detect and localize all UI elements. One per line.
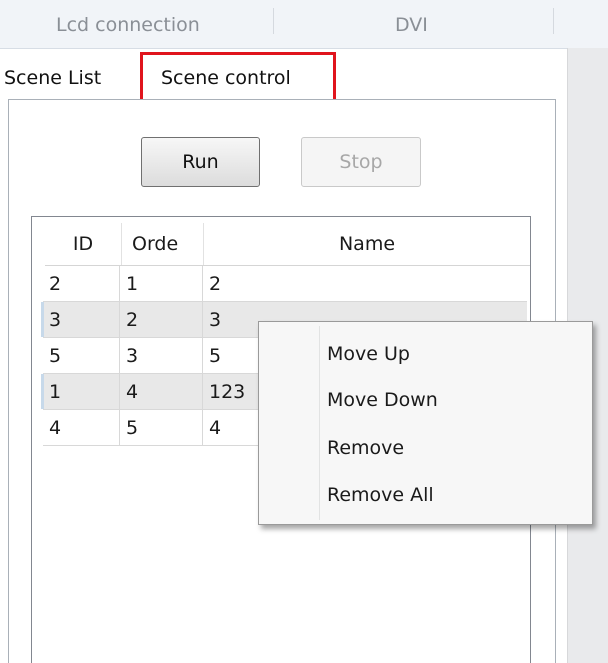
run-button[interactable]: Run — [141, 137, 260, 187]
cell-id: 5 — [43, 338, 120, 373]
menu-item-move-down[interactable]: Move Down — [263, 378, 588, 422]
tab-scene-list[interactable]: Scene List — [4, 67, 101, 89]
cell-order: 4 — [120, 374, 203, 409]
stop-button[interactable]: Stop — [301, 137, 421, 187]
column-header-id[interactable]: ID — [45, 223, 122, 265]
cell-id: 4 — [43, 410, 120, 445]
menu-item-remove[interactable]: Remove — [263, 426, 588, 470]
tab-scene-control-label: Scene control — [161, 67, 291, 89]
cell-id: 1 — [43, 374, 120, 409]
column-header-name[interactable]: Name — [204, 223, 530, 265]
cell-id: 2 — [43, 266, 120, 301]
top-tab-strip: Lcd connection DVI — [0, 0, 608, 49]
cell-order: 1 — [120, 266, 203, 301]
cell-id: 3 — [43, 302, 120, 337]
cell-order: 3 — [120, 338, 203, 373]
cell-order: 2 — [120, 302, 203, 337]
menu-item-remove-all[interactable]: Remove All — [263, 473, 588, 517]
column-header-order[interactable]: Orde — [122, 223, 204, 265]
tab-divider — [273, 8, 274, 34]
cell-name: 2 — [209, 272, 222, 295]
tab-divider — [553, 8, 554, 34]
menu-item-move-up[interactable]: Move Up — [263, 332, 588, 376]
tab-dvi[interactable]: DVI — [395, 14, 428, 36]
table-header: ID Orde Name — [45, 223, 530, 266]
tab-scene-control[interactable]: Scene control — [140, 52, 336, 102]
table-row[interactable]: 2 1 2 — [43, 266, 527, 302]
tab-lcd-connection[interactable]: Lcd connection — [56, 14, 200, 36]
context-menu: Move Up Move Down Remove Remove All — [258, 321, 593, 525]
cell-order: 5 — [120, 410, 203, 445]
